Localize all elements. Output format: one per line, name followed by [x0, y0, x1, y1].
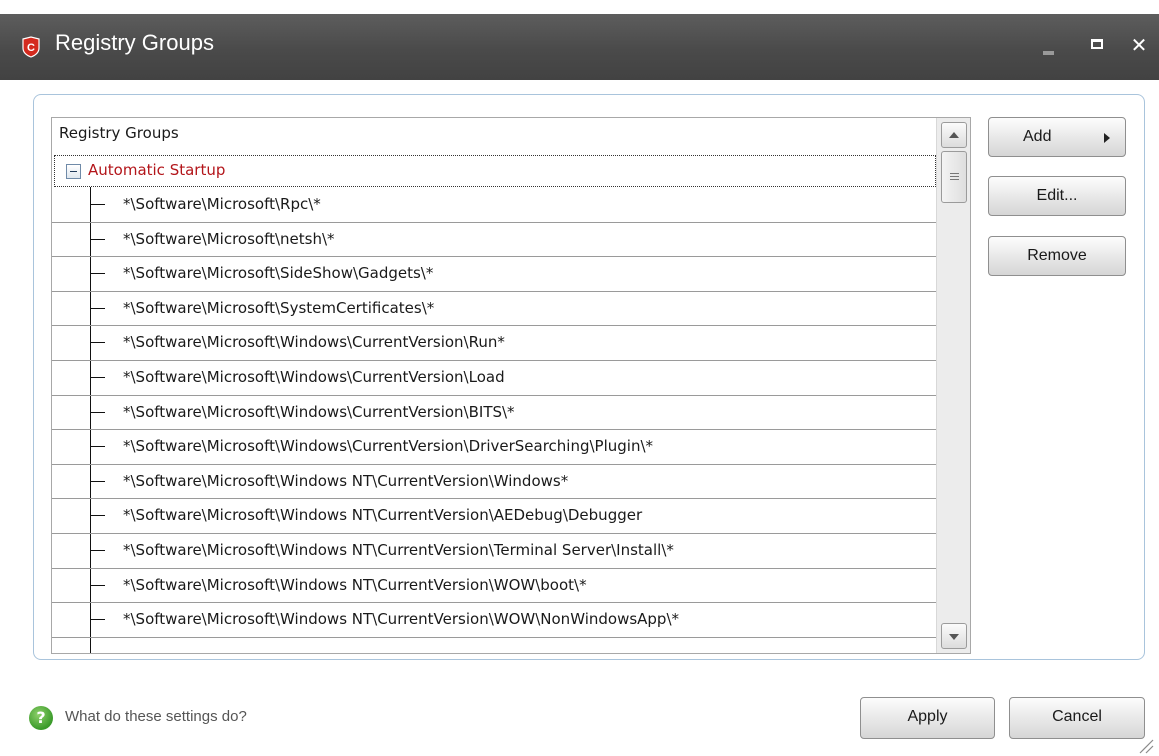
- edit-button[interactable]: Edit...: [988, 176, 1126, 216]
- resize-grip-icon[interactable]: [1134, 734, 1154, 754]
- background-window-strip: [0, 0, 1159, 14]
- registry-key-rows: *\Software\Microsoft\Rpc\* *\Software\Mi…: [52, 188, 936, 638]
- maximize-button[interactable]: [1083, 30, 1113, 60]
- scroll-down-arrow-icon[interactable]: [941, 623, 967, 649]
- collapse-icon[interactable]: [66, 164, 81, 179]
- list-item[interactable]: *\Software\Microsoft\Windows NT\CurrentV…: [52, 569, 936, 604]
- scrollbar-thumb[interactable]: [941, 151, 967, 203]
- group-row-automatic-startup[interactable]: Automatic Startup: [54, 155, 936, 187]
- add-button-label: Add: [1023, 128, 1052, 145]
- registry-key-text: *\Software\Microsoft\Windows\CurrentVers…: [123, 402, 515, 421]
- registry-key-text: *\Software\Microsoft\Windows NT\CurrentV…: [123, 506, 643, 525]
- registry-key-text: *\Software\Microsoft\Windows NT\CurrentV…: [123, 610, 680, 629]
- scroll-up-arrow-icon[interactable]: [941, 122, 967, 148]
- registry-key-text: *\Software\Microsoft\Rpc\*: [123, 195, 321, 213]
- registry-key-text: *\Software\Microsoft\Windows\CurrentVers…: [123, 333, 505, 352]
- list-item[interactable]: *\Software\Microsoft\Windows\CurrentVers…: [52, 396, 936, 431]
- title-bar[interactable]: C Registry Groups ✕: [0, 14, 1159, 80]
- list-item[interactable]: *\Software\Microsoft\Rpc\*: [52, 188, 936, 223]
- registry-key-text: *\Software\Microsoft\Windows NT\CurrentV…: [123, 575, 587, 594]
- list-item[interactable]: *\Software\Microsoft\Windows NT\CurrentV…: [52, 603, 936, 638]
- close-button[interactable]: ✕: [1124, 30, 1154, 60]
- registry-key-text: *\Software\Microsoft\SideShow\Gadgets\*: [123, 264, 434, 283]
- comodo-logo-icon: C: [22, 36, 40, 58]
- list-item[interactable]: *\Software\Microsoft\SystemCertificates\…: [52, 292, 936, 327]
- list-item[interactable]: *\Software\Microsoft\Windows NT\CurrentV…: [52, 534, 936, 569]
- list-item[interactable]: *\Software\Microsoft\Windows\CurrentVers…: [52, 430, 936, 465]
- registry-key-text: *\Software\Microsoft\netsh\*: [123, 229, 335, 248]
- help-icon[interactable]: ?: [29, 706, 53, 730]
- list-item[interactable]: *\Software\Microsoft\SideShow\Gadgets\*: [52, 257, 936, 292]
- registry-key-text: *\Software\Microsoft\Windows\CurrentVers…: [123, 437, 654, 456]
- list-item[interactable]: *\Software\Microsoft\Windows\CurrentVers…: [52, 361, 936, 396]
- help-link[interactable]: What do these settings do?: [65, 708, 247, 725]
- list-item[interactable]: *\Software\Microsoft\Windows NT\CurrentV…: [52, 465, 936, 500]
- group-label: Automatic Startup: [88, 161, 226, 179]
- list-item[interactable]: *\Software\Microsoft\netsh\*: [52, 223, 936, 258]
- window-title: Registry Groups: [55, 30, 214, 55]
- maximize-icon: [1091, 39, 1103, 49]
- registry-key-text: *\Software\Microsoft\Windows NT\CurrentV…: [123, 540, 674, 559]
- svg-text:C: C: [27, 42, 35, 54]
- cancel-button[interactable]: Cancel: [1009, 697, 1145, 739]
- close-icon: ✕: [1130, 33, 1148, 57]
- list-header: Registry Groups: [59, 124, 179, 142]
- remove-button[interactable]: Remove: [988, 236, 1126, 276]
- list-item[interactable]: *\Software\Microsoft\Windows NT\CurrentV…: [52, 499, 936, 534]
- minimize-icon: [1043, 51, 1054, 55]
- list-item[interactable]: *\Software\Microsoft\Windows\CurrentVers…: [52, 326, 936, 361]
- registry-key-text: *\Software\Microsoft\Windows NT\CurrentV…: [123, 471, 569, 490]
- add-button[interactable]: Add: [988, 117, 1126, 157]
- registry-key-text: *\Software\Microsoft\Windows\CurrentVers…: [123, 367, 505, 386]
- registry-key-text: *\Software\Microsoft\SystemCertificates\…: [123, 298, 435, 317]
- registry-groups-list[interactable]: Registry Groups Automatic Startup *\Soft…: [51, 117, 971, 654]
- vertical-scrollbar[interactable]: [936, 118, 970, 653]
- submenu-arrow-icon: [1104, 133, 1110, 143]
- minimize-button[interactable]: [1033, 30, 1063, 60]
- apply-button[interactable]: Apply: [860, 697, 995, 739]
